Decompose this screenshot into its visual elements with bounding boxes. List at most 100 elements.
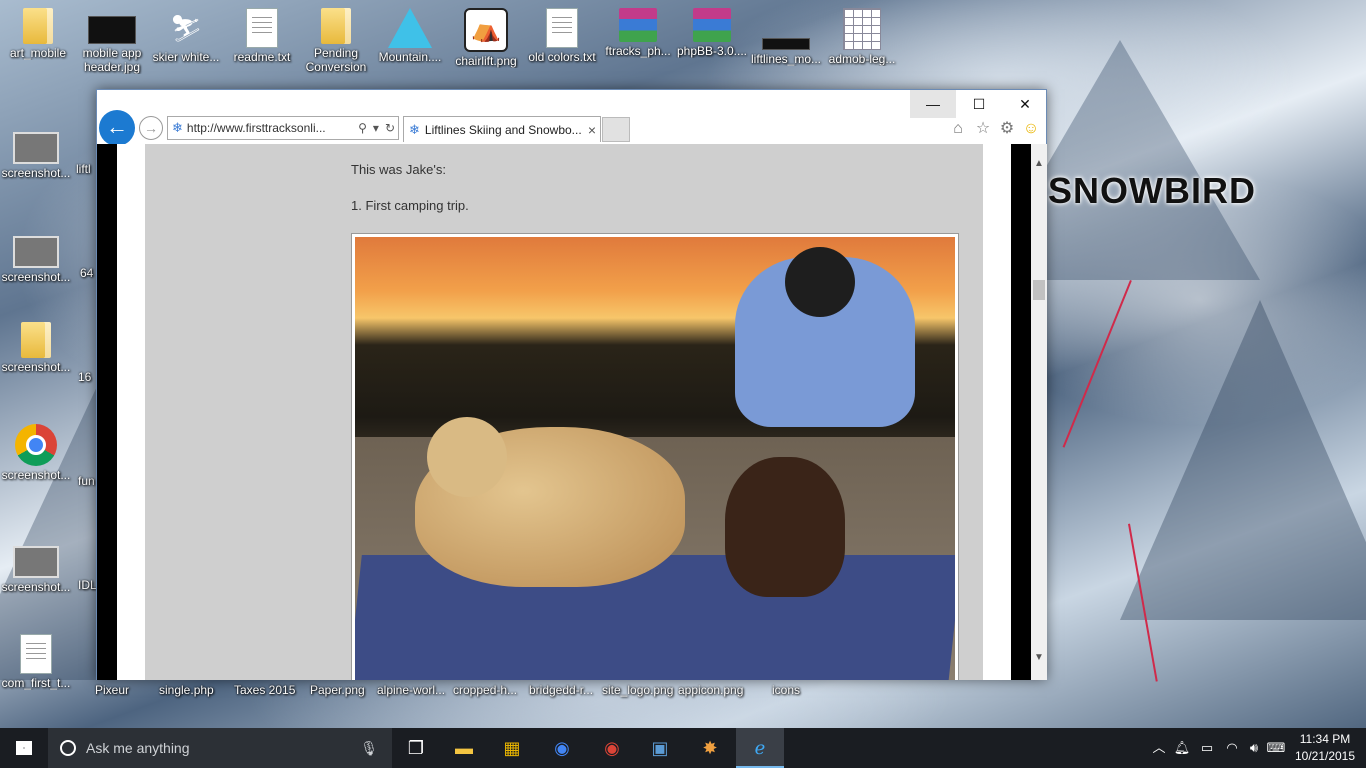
tab-close-button[interactable]: × <box>584 122 600 138</box>
desktop-label-site-logo[interactable]: site_logo.png <box>602 683 673 697</box>
chairlift-icon: ⛺ <box>464 8 508 52</box>
gear-icon[interactable]: ⚙ <box>996 118 1018 140</box>
desktop-icon-screenshot-2[interactable]: screenshot... <box>0 230 74 284</box>
battery-icon[interactable]: ▭ <box>1196 728 1218 768</box>
image-thumbnail-icon <box>13 236 59 268</box>
show-hidden-icons-icon[interactable]: ︿ <box>1150 728 1168 768</box>
photo-viewer-icon[interactable]: ▣ <box>636 728 684 768</box>
desktop-label-partial: fun <box>78 474 95 488</box>
desktop-icon-old-colors[interactable]: old colors.txt <box>524 8 600 64</box>
paint-app-icon[interactable]: ✸ <box>686 728 734 768</box>
image-file-icon <box>88 16 136 44</box>
desktop-icon-phpbb[interactable]: phpBB-3.0.... <box>674 8 750 58</box>
new-tab-button[interactable] <box>602 117 630 142</box>
minimize-button[interactable]: — <box>910 90 956 118</box>
refresh-icon[interactable]: ↻ <box>382 121 398 135</box>
keyboard-icon[interactable]: ⌨ <box>1266 728 1286 768</box>
maximize-button[interactable]: ☐ <box>956 90 1002 118</box>
article-list-item: 1. First camping trip. <box>351 198 469 213</box>
favorites-star-icon[interactable]: ☆ <box>972 118 994 140</box>
image-thumbnail-icon <box>13 546 59 578</box>
text-file-icon <box>246 8 278 48</box>
desktop-icon-art-mobile[interactable]: art_mobile <box>0 8 76 60</box>
skier-image-icon: ⛷ <box>169 13 203 43</box>
photo-dog-golden-head <box>427 417 507 497</box>
store-icon[interactable]: ▦ <box>488 728 536 768</box>
desktop-icon-screenshot-3[interactable]: screenshot... <box>0 322 74 374</box>
desktop-icon-mobile-app-header[interactable]: mobile app header.jpg <box>74 8 150 74</box>
desktop-label-partial: IDL <box>78 578 97 592</box>
desktop-label-appicon[interactable]: appicon.png <box>678 683 743 697</box>
desktop-icon-skier-white[interactable]: ⛷ skier white... <box>148 8 224 64</box>
desktop-icon-screenshot-4[interactable]: screenshot... <box>0 424 74 482</box>
desktop-icon-screenshot-5[interactable]: screenshot... <box>0 540 74 594</box>
task-view-icon[interactable]: ❐ <box>392 728 440 768</box>
tab-liftlines[interactable]: ❄ Liftlines Skiing and Snowbo... × <box>403 116 601 142</box>
chrome-icon[interactable]: ◉ <box>538 728 586 768</box>
vertical-scrollbar[interactable]: ▲ ▼ <box>1031 144 1047 680</box>
cortana-search-box[interactable]: Ask me anything 🎙 <box>48 728 392 768</box>
desktop-icon-ftracks[interactable]: ftracks_ph... <box>600 8 676 58</box>
chrome-icon[interactable]: ◉ <box>588 728 636 768</box>
desktop-label-partial: 16 <box>78 370 92 384</box>
desktop-label-taxes-2015[interactable]: Taxes 2015 <box>234 683 295 697</box>
desktop-icon-readme[interactable]: readme.txt <box>224 8 300 64</box>
blank-file-icon <box>20 634 52 674</box>
desktop-label-paper[interactable]: Paper.png <box>310 683 365 697</box>
image-file-icon <box>762 38 810 50</box>
start-button[interactable] <box>0 728 48 768</box>
spreadsheet-icon <box>843 8 881 50</box>
desktop-label-pixeur[interactable]: Pixeur <box>95 683 129 697</box>
page-body: This was Jake's: 1. First camping trip. <box>117 144 1011 680</box>
desktop-icon-pending-conversion[interactable]: Pending Conversion <box>298 8 374 74</box>
desktop-label-icons[interactable]: icons <box>772 683 800 697</box>
close-window-button[interactable]: ✕ <box>1002 90 1048 118</box>
article-text-line: This was Jake's: <box>351 162 446 177</box>
archive-icon <box>619 8 657 42</box>
photo-person-head <box>785 247 855 317</box>
desktop-icon-screenshot-1[interactable]: screenshot... <box>0 126 74 180</box>
desktop-icon-chairlift[interactable]: ⛺ chairlift.png <box>448 8 524 68</box>
desktop-label-bridgedd[interactable]: bridgedd-r... <box>529 683 593 697</box>
chrome-icon <box>15 424 57 466</box>
taskbar-clock[interactable]: 11:34 PM 10/21/2015 <box>1292 731 1358 765</box>
desktop-label-partial: liftl <box>76 162 91 176</box>
internet-explorer-icon[interactable]: ℯ <box>736 728 784 768</box>
home-icon[interactable]: ⌂ <box>947 118 969 140</box>
address-bar[interactable]: ❄ http://www.firsttracksonli... ⚲ ▾ ↻ <box>167 116 399 140</box>
article-photo-frame <box>351 233 959 680</box>
scroll-up-icon[interactable]: ▲ <box>1031 156 1047 172</box>
desktop-label-alpine[interactable]: alpine-worl... <box>377 683 445 697</box>
browser-window: ← → ❄ http://www.firsttracksonli... ⚲ ▾ … <box>96 89 1047 680</box>
desktop-label-partial: 64 <box>80 266 94 280</box>
microphone-icon[interactable]: 🎙 <box>360 740 378 757</box>
desktop-icon-com-first-t[interactable]: com_first_t... <box>0 634 74 690</box>
desktop-icon-mountain[interactable]: Mountain.... <box>372 8 448 64</box>
chevron-down-icon[interactable]: ▾ <box>370 121 382 135</box>
scrollbar-thumb[interactable] <box>1033 280 1045 300</box>
archive-icon <box>693 8 731 42</box>
scroll-down-icon[interactable]: ▼ <box>1031 650 1047 666</box>
volume-icon[interactable]: 🔊︎ <box>1244 728 1264 768</box>
tab-title: Liftlines Skiing and Snowbo... <box>424 122 582 137</box>
desktop-label-single-php[interactable]: single.php <box>159 683 214 697</box>
search-icon[interactable]: ⚲ <box>355 121 370 135</box>
text-file-icon <box>546 8 578 48</box>
smiley-feedback-icon[interactable]: ☺ <box>1020 118 1042 140</box>
desktop-icon-admob-leg[interactable]: admob-leg... <box>824 8 900 66</box>
clock-date: 10/21/2015 <box>1294 749 1356 763</box>
taskbar: Ask me anything 🎙 ❐ ▬ ▦ ◉ ◉ ▣ ✸ ℯ ︿ 🔔︎ ▭… <box>0 728 1366 768</box>
arrow-left-icon: ← <box>106 114 128 139</box>
windows-logo-icon <box>16 741 32 755</box>
forward-button[interactable]: → <box>139 116 163 140</box>
browser-toolbar: ← → ❄ http://www.firsttracksonli... ⚲ ▾ … <box>97 90 1048 146</box>
wifi-icon[interactable]: ◠ <box>1222 728 1242 768</box>
desktop-label-cropped[interactable]: cropped-h... <box>453 683 517 697</box>
article-content: This was Jake's: 1. First camping trip. <box>145 144 983 680</box>
file-explorer-icon[interactable]: ▬ <box>440 728 488 768</box>
photo-mat <box>355 555 955 680</box>
back-button[interactable]: ← <box>99 110 135 146</box>
notification-bell-icon[interactable]: 🔔︎ <box>1172 728 1192 768</box>
desktop-icon-liftlines-mo[interactable]: liftlines_mo... <box>748 8 824 66</box>
cortana-ring-icon <box>60 740 76 756</box>
